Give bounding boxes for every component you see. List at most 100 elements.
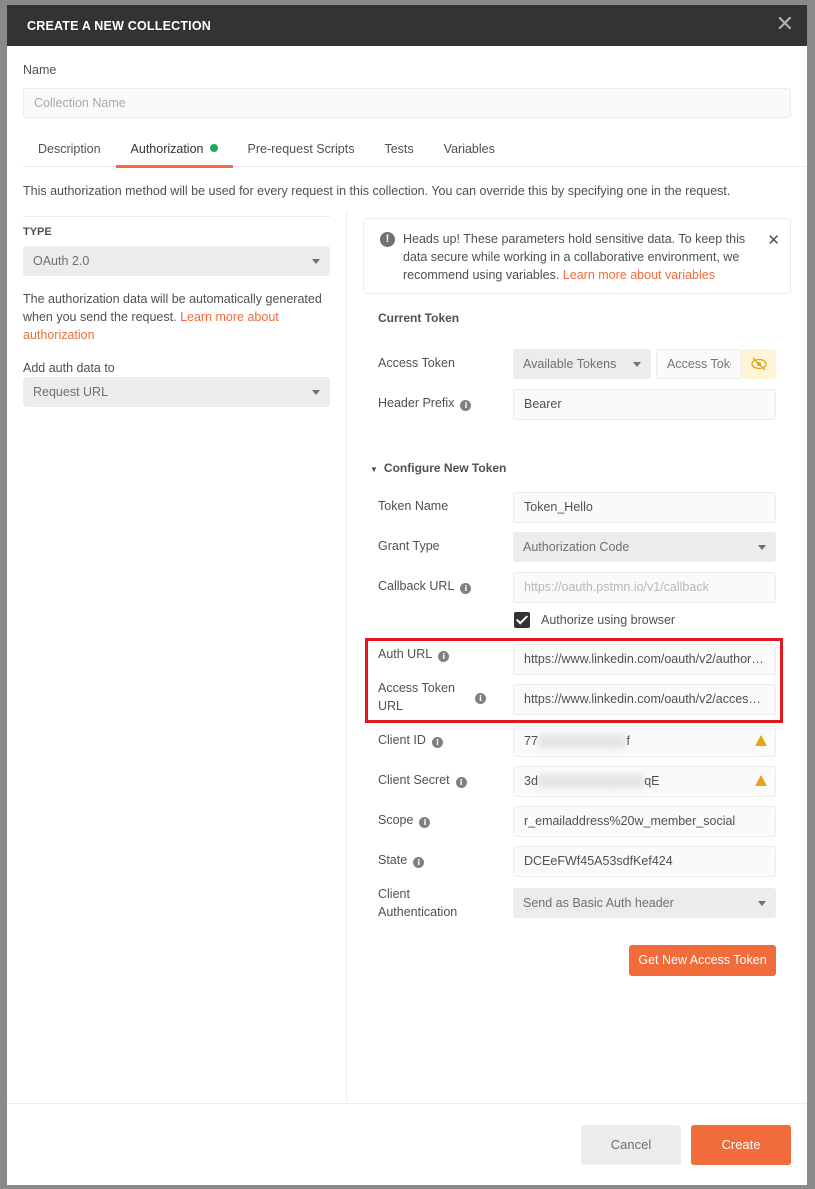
client-secret-end: qE xyxy=(644,774,660,788)
tab-variables[interactable]: Variables xyxy=(429,136,510,167)
tab-label: Tests xyxy=(384,142,414,156)
access-token-url-input[interactable]: https://www.linkedin.com/oauth/v2/access… xyxy=(513,684,776,715)
client-id-input[interactable]: 77▒▒▒▒▒▒▒▒▒▒f xyxy=(513,726,776,757)
tab-label: Variables xyxy=(443,142,495,156)
add-auth-data-label: Add auth data to xyxy=(23,361,115,375)
client-id-start: 77 xyxy=(524,734,538,748)
token-name-input[interactable]: Token_Hello xyxy=(513,492,776,523)
configure-new-token-toggle[interactable]: ▼ Configure New Token xyxy=(370,461,506,475)
header-prefix-label: Header Prefix i xyxy=(378,394,472,412)
alert-text: Heads up! These parameters hold sensitiv… xyxy=(403,230,753,284)
grant-type-label: Grant Type xyxy=(378,539,440,553)
auth-url-label: Auth URL i xyxy=(378,645,450,663)
info-icon: i xyxy=(455,777,467,788)
modal-header: CREATE A NEW COLLECTION ✕ xyxy=(7,5,807,46)
column-divider xyxy=(346,211,347,1101)
client-id-label: Client ID i xyxy=(378,731,443,749)
token-name-label: Token Name xyxy=(378,499,449,513)
name-label: Name xyxy=(23,63,57,77)
divider xyxy=(23,216,330,217)
warning-icon xyxy=(755,735,767,756)
token-visibility-button[interactable] xyxy=(742,349,776,379)
access-token-url-label: Access Token URL xyxy=(378,681,455,713)
footer-divider xyxy=(7,1103,807,1104)
scope-label: Scope i xyxy=(378,811,431,829)
callback-url-label-text: Callback URL xyxy=(378,579,455,593)
client-secret-label: Client Secret i xyxy=(378,771,467,789)
tab-tests[interactable]: Tests xyxy=(369,136,428,167)
warning-icon xyxy=(755,775,767,796)
info-icon: i xyxy=(438,651,450,662)
access-token-label: Access Token xyxy=(378,356,455,370)
auth-description: The authorization data will be automatic… xyxy=(23,290,333,344)
close-icon[interactable]: ✕ xyxy=(767,233,780,248)
client-secret-label-text: Client Secret xyxy=(378,773,450,787)
chevron-down-icon xyxy=(312,259,320,264)
header-prefix-label-text: Header Prefix xyxy=(378,396,455,410)
tab-description[interactable]: Description xyxy=(23,136,116,167)
callback-url-label: Callback URL i xyxy=(378,577,472,595)
scope-label-text: Scope xyxy=(378,813,414,827)
info-icon: i xyxy=(460,583,472,594)
client-authentication-select[interactable]: Send as Basic Auth header xyxy=(513,888,776,918)
info-icon: i xyxy=(413,857,425,868)
auth-url-label-text: Auth URL xyxy=(378,647,433,661)
info-icon: i xyxy=(475,693,486,704)
current-token-title: Current Token xyxy=(378,311,460,325)
auth-url-input[interactable]: https://www.linkedin.com/oauth/v2/author… xyxy=(513,644,776,675)
tab-bar: Description Authorization Pre-request Sc… xyxy=(23,136,807,168)
client-authentication-label: Client Authentication xyxy=(378,887,458,919)
caret-down-icon: ▼ xyxy=(370,465,378,474)
callback-url-input[interactable]: https://oauth.pstmn.io/v1/callback xyxy=(513,572,776,603)
scope-input[interactable]: r_emailaddress%20w_member_social xyxy=(513,806,776,837)
tab-pre-request-scripts[interactable]: Pre-request Scripts xyxy=(233,136,370,167)
chevron-down-icon xyxy=(633,362,641,367)
authorize-browser-label: Authorize using browser xyxy=(541,613,676,627)
state-label-text: State xyxy=(378,853,408,867)
sensitive-data-alert: ! Heads up! These parameters hold sensit… xyxy=(363,218,791,294)
available-tokens-value: Available Tokens xyxy=(523,357,617,371)
cancel-button[interactable]: Cancel xyxy=(581,1125,681,1165)
tab-label: Authorization xyxy=(130,142,204,156)
chevron-down-icon xyxy=(758,901,766,906)
client-id-label-text: Client ID xyxy=(378,733,426,747)
get-new-access-token-button[interactable]: Get New Access Token xyxy=(629,945,776,976)
modal-title: CREATE A NEW COLLECTION xyxy=(27,18,211,33)
redacted-text: ▒▒▒▒▒▒▒▒▒▒ xyxy=(537,734,627,748)
close-icon[interactable]: ✕ xyxy=(775,13,795,35)
authorization-info-text: This authorization method will be used f… xyxy=(23,184,731,198)
info-icon: i xyxy=(460,400,472,411)
grant-type-value: Authorization Code xyxy=(523,540,630,554)
info-icon: i xyxy=(431,737,443,748)
state-input[interactable]: DCEeFWf45A53sdfKef424 xyxy=(513,846,776,877)
available-tokens-select[interactable]: Available Tokens xyxy=(513,349,651,379)
auth-type-select[interactable]: OAuth 2.0 xyxy=(23,246,330,276)
state-label: State i xyxy=(378,851,425,869)
header-prefix-input[interactable]: Bearer xyxy=(513,389,776,420)
tab-label: Pre-request Scripts xyxy=(247,142,355,156)
create-button[interactable]: Create xyxy=(691,1125,791,1165)
learn-more-variables-link[interactable]: Learn more about variables xyxy=(563,268,715,282)
chevron-down-icon xyxy=(758,545,766,550)
status-dot-icon xyxy=(209,144,218,152)
client-secret-start: 3d xyxy=(524,774,538,788)
info-icon: ! xyxy=(380,232,395,247)
chevron-down-icon xyxy=(312,390,320,395)
info-icon: i xyxy=(419,817,431,828)
collection-name-input[interactable] xyxy=(23,88,791,118)
client-id-end: f xyxy=(626,734,630,748)
type-label: TYPE xyxy=(23,226,52,238)
redacted-text: ▒▒▒▒▒▒▒▒▒▒▒▒ xyxy=(537,774,645,788)
configure-new-token-title: Configure New Token xyxy=(383,461,507,475)
tab-authorization[interactable]: Authorization xyxy=(115,136,233,168)
add-auth-data-select[interactable]: Request URL xyxy=(23,377,330,407)
add-auth-data-value: Request URL xyxy=(33,385,109,399)
eye-off-icon xyxy=(751,357,767,371)
auth-type-value: OAuth 2.0 xyxy=(33,254,90,268)
access-token-input[interactable] xyxy=(656,349,742,379)
client-secret-input[interactable]: 3d▒▒▒▒▒▒▒▒▒▒▒▒qE xyxy=(513,766,776,797)
authorize-browser-checkbox[interactable] xyxy=(514,612,530,628)
create-collection-modal: CREATE A NEW COLLECTION ✕ Name Descripti… xyxy=(7,5,807,1185)
grant-type-select[interactable]: Authorization Code xyxy=(513,532,776,562)
tab-label: Description xyxy=(38,142,101,156)
